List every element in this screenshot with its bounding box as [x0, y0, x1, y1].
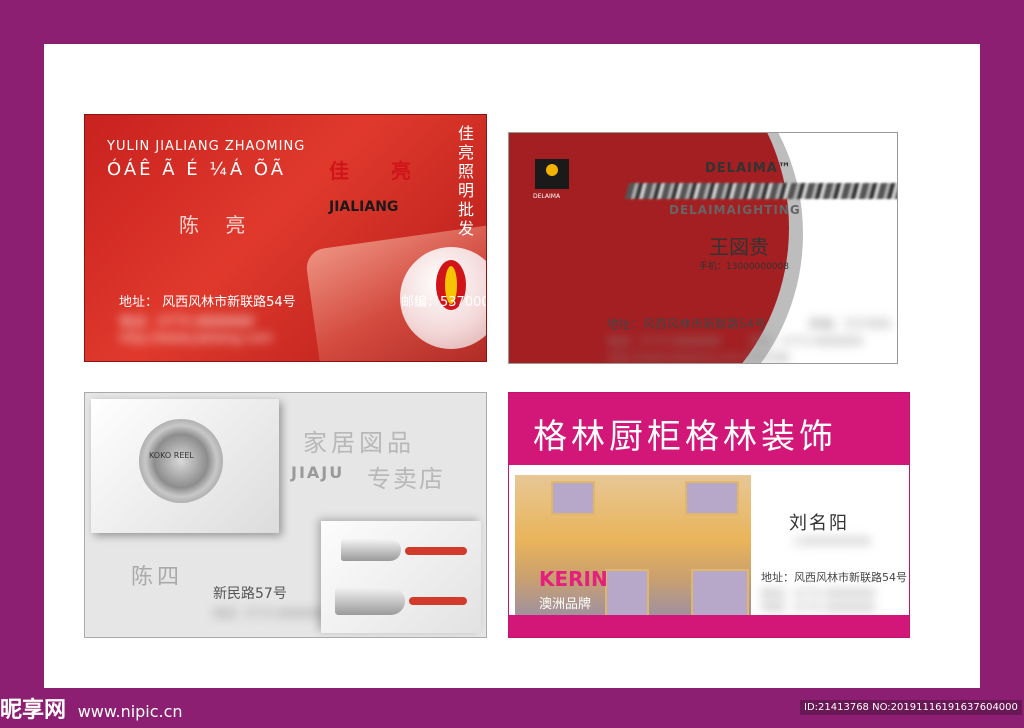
postcode-line: 邮编：537000 [401, 295, 487, 310]
business-card-delaima: DELAIMA DELAIMA™ DELAIMAIGHTING 王図贵 手机：1… [508, 132, 898, 364]
upper-cabinet [685, 481, 739, 515]
delaima-logo-icon [535, 159, 569, 189]
address-line: 地址：风西风林市新联路54号 [761, 571, 907, 584]
garden-tools-photo [321, 521, 481, 633]
shop-title-english: JIAJU [291, 463, 345, 482]
web-line: http://www.delaima.com 欢迎光临 [607, 351, 789, 364]
trowel-handle [409, 597, 467, 605]
address-line: 地址： 风西风林市新联路54号 [119, 295, 296, 310]
shop-type: 专卖店 [367, 465, 445, 493]
upper-cabinet [551, 481, 595, 515]
mobile-line: 13000000008 [793, 535, 870, 548]
business-card-jialiang: YULIN JIALIANG ZHAOMING ÓÁÊ Ã É ¼Á ÕÃ 佳 … [84, 114, 487, 362]
brand-name: DELAIMA™ [705, 161, 792, 176]
brand-subtitle: 澳洲品牌 [539, 597, 592, 612]
contact-name: 王図贵 [709, 235, 769, 259]
reel-label: KOKO REEL [149, 451, 194, 460]
hose-reel-photo: KOKO REEL [91, 399, 279, 533]
reel-icon [139, 419, 223, 503]
address-line: 地址：风西风林市新联路54号 [607, 317, 767, 331]
mobile-line: 手机：13000000008 [699, 262, 789, 272]
distorted-banner [624, 183, 897, 199]
logo-small-text: DELAIMA [533, 193, 561, 200]
fork-icon [341, 539, 401, 561]
garbled-text: ÓÁÊ Ã É ¼Á ÕÃ [107, 159, 287, 180]
fax-line: 传真：0775-8888888 [749, 335, 863, 348]
contact-name: 陈四 [131, 565, 184, 590]
contact-name: 刘名阳 [789, 513, 849, 534]
watermark-logo: 昵享网 www.nipic.cn [0, 698, 183, 723]
business-card-jiaju: KOKO REEL 家居図品 JIAJU 专卖店 陈四 新民路57号 电话：07… [84, 392, 487, 638]
brand-logo: KERIN [539, 567, 608, 591]
lower-cabinet [691, 569, 749, 617]
contact-name: 陈 亮 [179, 213, 256, 237]
postcode-line: 邮编：537000 [809, 317, 891, 331]
logo-char-left: 佳 [329, 159, 349, 183]
phone-line: 电话：0775-8888888 [607, 335, 721, 348]
shop-title: 家居図品 [303, 429, 415, 457]
company-title: 格林厨柜格林装饰 [533, 417, 837, 457]
footer-band [509, 615, 909, 637]
business-card-kerin: 格林厨柜格林装饰 KERIN 澳洲品牌 刘名阳 13000000008 地址：风… [508, 392, 910, 638]
trowel-icon [335, 587, 405, 615]
web-line: http://www.jialiang.com [119, 331, 273, 346]
fax-line: 传真：0775-8888888 [761, 601, 875, 614]
address-line: 新民路57号 [213, 586, 287, 602]
brand-subtitle: DELAIMAIGHTING [669, 203, 801, 217]
vertical-slogan: 佳亮照明批发 [455, 125, 474, 239]
phone-line: 电话：0775-8888888 [119, 315, 254, 330]
phone-line: 电话：0775-8888888 [213, 607, 327, 620]
brand-english: YULIN JIALIANG ZHAOMING [107, 139, 306, 154]
watermark-id: ID:21413768 NO:20191116191637604000 [800, 700, 1022, 715]
logo-char-right: 亮 [391, 159, 411, 183]
fork-handle [405, 547, 467, 555]
lower-cabinet [605, 569, 649, 617]
logo-english: JIALIANG [329, 199, 399, 215]
